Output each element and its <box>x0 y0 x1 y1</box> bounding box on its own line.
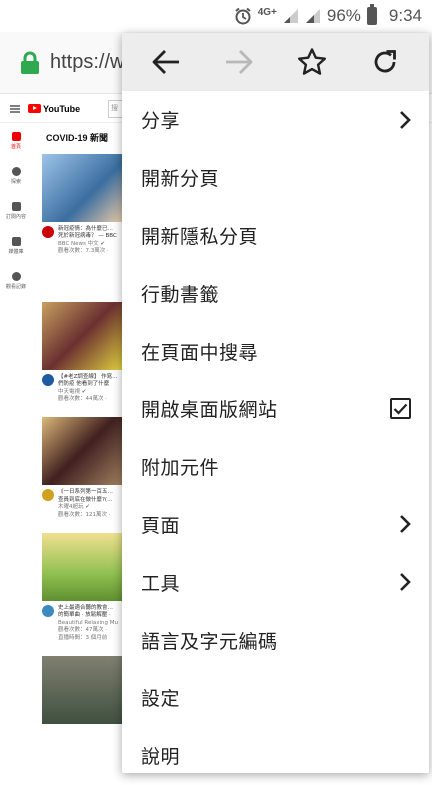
channel-name[interactable]: 木曜4超玩 ✔ <box>58 504 113 511</box>
forward-arrow-icon <box>226 50 253 74</box>
alarm-icon <box>235 7 251 25</box>
menu-item-add-ons[interactable]: 附加元件 <box>122 438 429 496</box>
video-thumbnail[interactable] <box>42 301 122 370</box>
hamburger-icon[interactable] <box>10 104 20 113</box>
sidebar-item-home[interactable]: 首頁 <box>0 123 32 158</box>
battery-icon <box>366 4 377 25</box>
menu-item-desktop-site[interactable]: 開啟桌面版網站 <box>122 380 429 438</box>
reload-button[interactable] <box>361 38 409 86</box>
menu-item-mobile-bookmarks[interactable]: 行動書籤 <box>122 264 429 322</box>
menu-item-new-tab[interactable]: 開新分頁 <box>122 149 429 207</box>
reload-icon <box>374 50 396 73</box>
battery-percent: 96% <box>326 6 361 25</box>
status-bar: 4G+ 96% 9:34 <box>0 0 432 32</box>
view-count: 觀看次數：44萬次 · <box>58 395 107 402</box>
menu-item-settings[interactable]: 設定 <box>122 669 429 727</box>
checkmark-icon <box>393 403 408 415</box>
clock: 9:34 <box>388 6 422 25</box>
desktop-site-checkbox[interactable] <box>390 398 411 420</box>
signal-icon <box>283 9 298 23</box>
view-count: 觀看次數：47萬次 · <box>58 627 107 634</box>
live-time: 直播時間：3 個月前 <box>58 634 108 641</box>
forward-button[interactable] <box>215 38 263 86</box>
view-count: 觀看次數：7.3萬次 · <box>58 248 109 255</box>
channel-avatar[interactable] <box>42 226 54 238</box>
chevron-right-icon <box>399 572 411 592</box>
chevron-right-icon <box>399 514 411 534</box>
menu-item-language-encoding[interactable]: 語言及字元編碼 <box>122 611 429 669</box>
menu-item-share[interactable]: 分享 <box>122 91 429 149</box>
browser-overflow-menu: 分享 開新分頁 開新隱私分頁 行動書籤 在頁面中搜尋 開啟桌面版網站 附加元件 … <box>122 33 429 773</box>
back-button[interactable] <box>142 38 190 86</box>
bookmark-button[interactable] <box>288 38 336 86</box>
youtube-logo[interactable]: YouTube <box>28 104 80 114</box>
menu-item-page[interactable]: 頁面 <box>122 496 429 554</box>
video-thumbnail[interactable] <box>42 656 122 725</box>
menu-item-tools[interactable]: 工具 <box>122 553 429 611</box>
lock-icon <box>21 51 39 74</box>
video-thumbnail[interactable] <box>42 533 122 602</box>
channel-avatar[interactable] <box>42 489 54 502</box>
menu-item-find-in-page[interactable]: 在頁面中搜尋 <box>122 322 429 380</box>
video-title[interactable]: 《一日系列第一百五… <box>58 489 113 496</box>
history-icon <box>11 271 21 281</box>
channel-name[interactable]: 中天電視 ✔ <box>58 389 118 396</box>
sidebar-item-history[interactable]: 觀看記錄 <box>0 263 32 298</box>
menu-item-help[interactable]: 說明 <box>122 727 429 785</box>
yt-sidebar: 首頁 探索 訂閱內容 媒體庫 觀看記錄 <box>0 123 32 298</box>
sidebar-item-subscriptions[interactable]: 訂閱內容 <box>0 193 32 228</box>
subscriptions-icon <box>11 201 21 211</box>
view-count: 觀看次數：121萬次 · <box>58 511 111 518</box>
sidebar-item-library[interactable]: 媒體庫 <box>0 228 32 263</box>
star-icon <box>297 48 326 75</box>
menu-toolbar <box>122 33 429 91</box>
menu-item-new-private-tab[interactable]: 開新隱私分頁 <box>122 207 429 265</box>
video-title[interactable]: 【#老Z調查線】 作寫… <box>58 374 118 381</box>
url-text[interactable]: https://w <box>50 51 124 74</box>
library-icon <box>11 236 21 246</box>
video-thumbnail[interactable] <box>42 154 122 222</box>
sidebar-item-explore[interactable]: 探索 <box>0 158 32 193</box>
youtube-play-icon <box>28 104 41 113</box>
video-thumbnail[interactable] <box>42 417 122 486</box>
home-icon <box>11 131 21 141</box>
channel-avatar[interactable] <box>42 373 54 386</box>
signal-2-icon <box>305 9 320 23</box>
network-type: 4G+ <box>257 6 277 18</box>
channel-avatar[interactable] <box>42 605 54 618</box>
chevron-right-icon <box>399 110 411 130</box>
back-arrow-icon <box>152 50 180 74</box>
compass-icon <box>11 166 21 176</box>
